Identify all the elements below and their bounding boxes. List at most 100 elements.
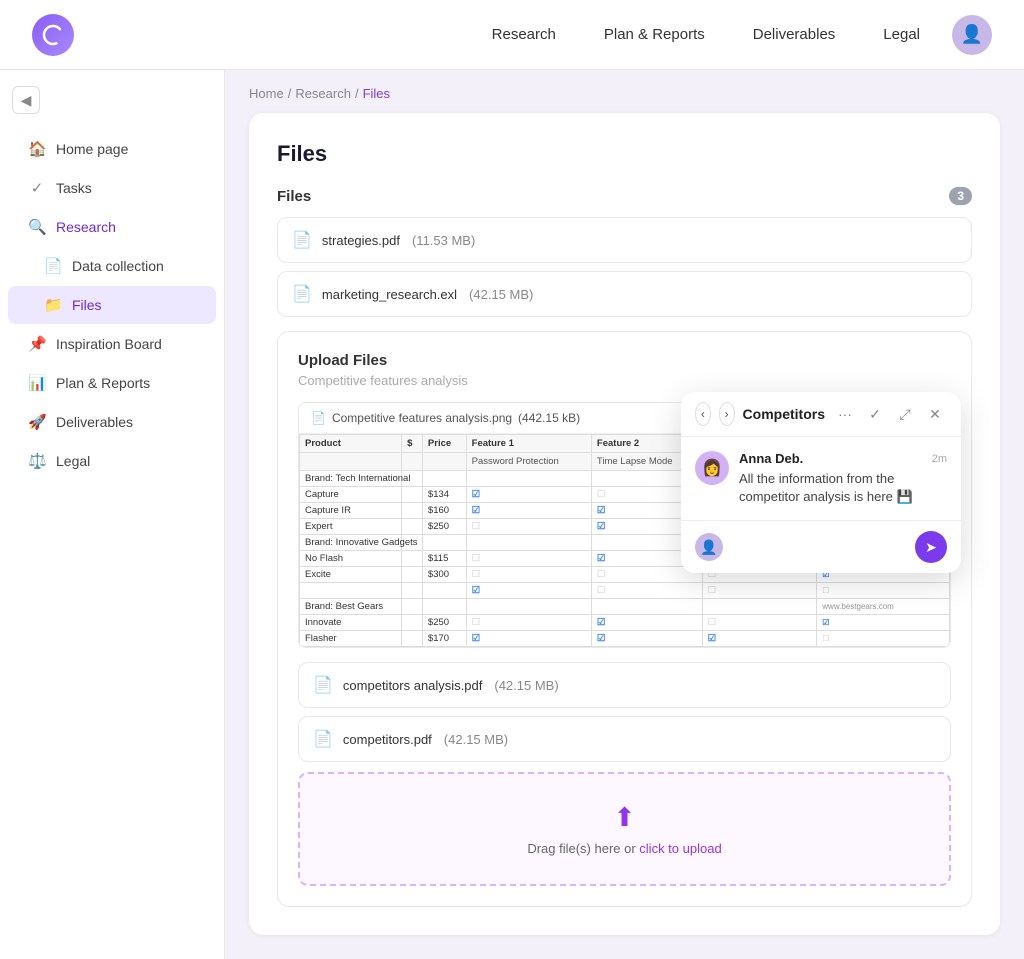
spreadsheet-cell — [422, 535, 466, 551]
sidebar-item-inspiration-board[interactable]: 📌 Inspiration Board — [8, 325, 216, 363]
spreadsheet-cell — [402, 583, 423, 599]
deliverables-icon: 🚀 — [28, 413, 46, 431]
chat-body: 👩 Anna Deb. 2m All the information from … — [681, 437, 961, 520]
sidebar-item-plan-reports[interactable]: 📊 Plan & Reports — [8, 364, 216, 402]
file-name: strategies.pdf — [322, 233, 400, 248]
chat-title: Competitors — [743, 406, 825, 422]
breadcrumb-sep1: / — [288, 86, 292, 101]
drop-zone-label: Drag file(s) here or — [527, 841, 639, 856]
spreadsheet-cell: $300 — [422, 567, 466, 583]
sidebar-item-deliverables[interactable]: 🚀 Deliverables — [8, 403, 216, 441]
sidebar-collapse-button[interactable]: ◀ — [12, 86, 40, 114]
chat-message: 👩 Anna Deb. 2m All the information from … — [695, 451, 947, 506]
files-count-badge: 3 — [949, 187, 972, 205]
col-price: Price — [422, 435, 466, 453]
nav-deliverables[interactable]: Deliverables — [753, 26, 836, 43]
breadcrumb-home[interactable]: Home — [249, 86, 284, 101]
file-pdf-icon: 📄 — [292, 230, 312, 250]
spreadsheet-cell — [402, 615, 423, 631]
spreadsheet-cell: ☐ — [591, 583, 702, 599]
chat-author-avatar: 👩 — [695, 451, 729, 485]
sidebar-item-tasks[interactable]: ✓ Tasks — [8, 169, 216, 207]
spreadsheet-cell: ☐ — [817, 631, 950, 647]
sidebar-item-home[interactable]: 🏠 Home page — [8, 130, 216, 168]
spreadsheet-cell — [402, 599, 423, 615]
spreadsheet-cell — [422, 599, 466, 615]
chat-send-button[interactable]: ➤ — [915, 531, 947, 563]
spreadsheet-cell: ☑ — [466, 503, 591, 519]
preview-file-icon: 📄 — [311, 411, 326, 425]
sidebar-item-files[interactable]: 📁 Files — [8, 286, 216, 324]
spreadsheet-cell: No Flash — [300, 551, 402, 567]
upload-title: Upload Files — [298, 352, 951, 369]
spreadsheet-cell — [466, 471, 591, 487]
data-collection-icon: 📄 — [44, 257, 62, 275]
spreadsheet-cell — [402, 487, 423, 503]
sidebar-label-deliverables: Deliverables — [56, 414, 133, 430]
page-title: Files — [277, 141, 972, 167]
chat-check-button[interactable]: ✓ — [863, 402, 887, 426]
legal-icon: ⚖️ — [28, 452, 46, 470]
nav-research[interactable]: Research — [492, 26, 556, 43]
file-name: marketing_research.exl — [322, 287, 457, 302]
avatar[interactable]: 👤 — [952, 15, 992, 55]
spreadsheet-cell: Innovate — [300, 615, 402, 631]
file-row[interactable]: 📄 competitors.pdf (42.15 MB) — [298, 716, 951, 762]
spreadsheet-cell — [466, 599, 591, 615]
sidebar-item-research[interactable]: 🔍 Research — [8, 208, 216, 246]
spreadsheet-cell — [422, 583, 466, 599]
col-dollar: $ — [402, 435, 423, 453]
chat-popup: ‹ › Competitors ··· ✓ ⤢ ✕ 👩 — [681, 392, 961, 573]
home-icon: 🏠 — [28, 140, 46, 158]
drop-zone[interactable]: ⬆ Drag file(s) here or click to upload — [298, 772, 951, 886]
spreadsheet-cell — [422, 471, 466, 487]
spreadsheet-cell: ☑ — [817, 615, 950, 631]
breadcrumb: Home / Research / Files — [249, 70, 1000, 113]
spreadsheet-cell: ☑ — [466, 583, 591, 599]
spreadsheet-cell: ☑ — [591, 615, 702, 631]
chat-next-button[interactable]: › — [719, 402, 735, 426]
nav-plan-reports[interactable]: Plan & Reports — [604, 26, 705, 43]
file-pdf-icon: 📄 — [313, 675, 333, 695]
files-section-title: Files — [277, 188, 311, 205]
chat-prev-button[interactable]: ‹ — [695, 402, 711, 426]
files-header: Files 3 — [277, 187, 972, 205]
chat-actions: ··· ✓ ⤢ ✕ — [833, 402, 947, 426]
sidebar-item-data-collection[interactable]: 📄 Data collection — [8, 247, 216, 285]
spreadsheet-cell: $134 — [422, 487, 466, 503]
logo[interactable] — [32, 14, 74, 56]
chat-reply-avatar: 👤 — [695, 533, 723, 561]
file-row[interactable]: 📄 competitors analysis.pdf (42.15 MB) — [298, 662, 951, 708]
spreadsheet-cell: Excite — [300, 567, 402, 583]
inspiration-icon: 📌 — [28, 335, 46, 353]
spreadsheet-cell — [300, 583, 402, 599]
file-excel-icon: 📄 — [292, 284, 312, 304]
nav-legal[interactable]: Legal — [883, 26, 920, 43]
spreadsheet-cell: ☐ — [702, 583, 817, 599]
spreadsheet-cell: www.bestgears.com — [817, 599, 950, 615]
breadcrumb-current: Files — [363, 86, 390, 101]
chat-content: Anna Deb. 2m All the information from th… — [739, 451, 947, 506]
sidebar-label-files: Files — [72, 297, 102, 313]
chat-more-button[interactable]: ··· — [833, 402, 857, 426]
chat-author-name: Anna Deb. — [739, 451, 803, 466]
chat-close-button[interactable]: ✕ — [923, 402, 947, 426]
sidebar-label-research: Research — [56, 219, 116, 235]
spreadsheet-cell: $250 — [422, 615, 466, 631]
sidebar-item-legal[interactable]: ⚖️ Legal — [8, 442, 216, 480]
drop-zone-click-link[interactable]: click to upload — [639, 841, 721, 856]
spreadsheet-cell — [402, 567, 423, 583]
file-row[interactable]: 📄 strategies.pdf (11.53 MB) — [277, 217, 972, 263]
file-row[interactable]: 📄 marketing_research.exl (42.15 MB) — [277, 271, 972, 317]
chat-meta: Anna Deb. 2m — [739, 451, 947, 466]
preview-filename: Competitive features analysis.png — [332, 411, 512, 425]
sidebar: ◀ 🏠 Home page ✓ Tasks 🔍 Research 📄 Data … — [0, 70, 225, 959]
topnav-links: Research Plan & Reports Deliverables Leg… — [492, 26, 920, 43]
sidebar-label-home: Home page — [56, 141, 128, 157]
spreadsheet-cell: ☐ — [817, 583, 950, 599]
spreadsheet-cell: Brand: Best Gears — [300, 599, 402, 615]
spreadsheet-cell — [402, 551, 423, 567]
topnav: Research Plan & Reports Deliverables Leg… — [0, 0, 1024, 70]
breadcrumb-research[interactable]: Research — [295, 86, 351, 101]
chat-expand-button[interactable]: ⤢ — [893, 402, 917, 426]
